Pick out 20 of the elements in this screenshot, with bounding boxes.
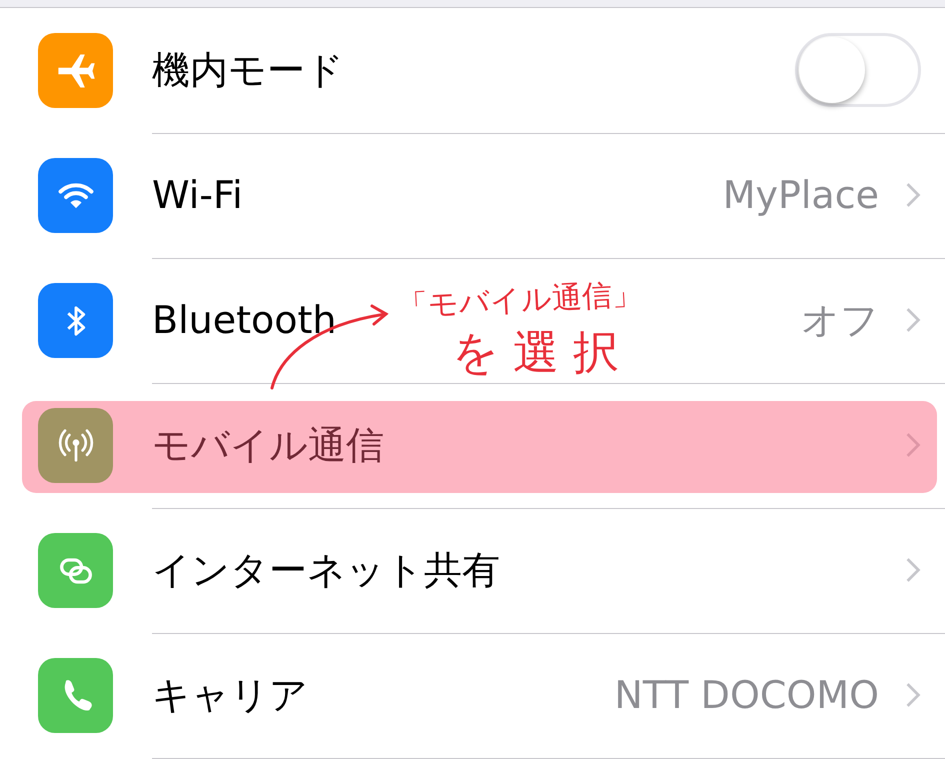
handwritten-note: を選択 — [452, 324, 633, 381]
settings-row[interactable]: Wi-Fi MyPlace — [0, 133, 945, 258]
setting-value: MyPlace — [722, 173, 879, 217]
setting-value: NTT DOCOMO — [614, 673, 879, 717]
chevron-icon[interactable] — [905, 182, 921, 208]
setting-label: インターネット共有 — [152, 546, 500, 594]
chevron-icon[interactable] — [905, 307, 921, 333]
setting-label: Bluetooth — [152, 298, 336, 342]
setting-label: モバイル通信 — [152, 422, 384, 468]
handwritten-note: 「モバイル通信」 — [397, 276, 643, 326]
setting-label: 機内モード — [152, 46, 344, 94]
chevron-icon[interactable] — [905, 432, 921, 458]
setting-label: Wi-Fi — [152, 173, 243, 217]
setting-value: オフ — [801, 296, 879, 344]
settings-row[interactable]: キャリア NTT DOCOMO — [0, 633, 945, 758]
setting-label: キャリア — [152, 672, 308, 718]
settings-row[interactable]: インターネット共有 — [0, 508, 945, 633]
chevron-icon[interactable] — [905, 557, 921, 583]
settings-row[interactable]: 機内モード — [0, 8, 945, 133]
chevron-icon[interactable] — [905, 682, 921, 708]
